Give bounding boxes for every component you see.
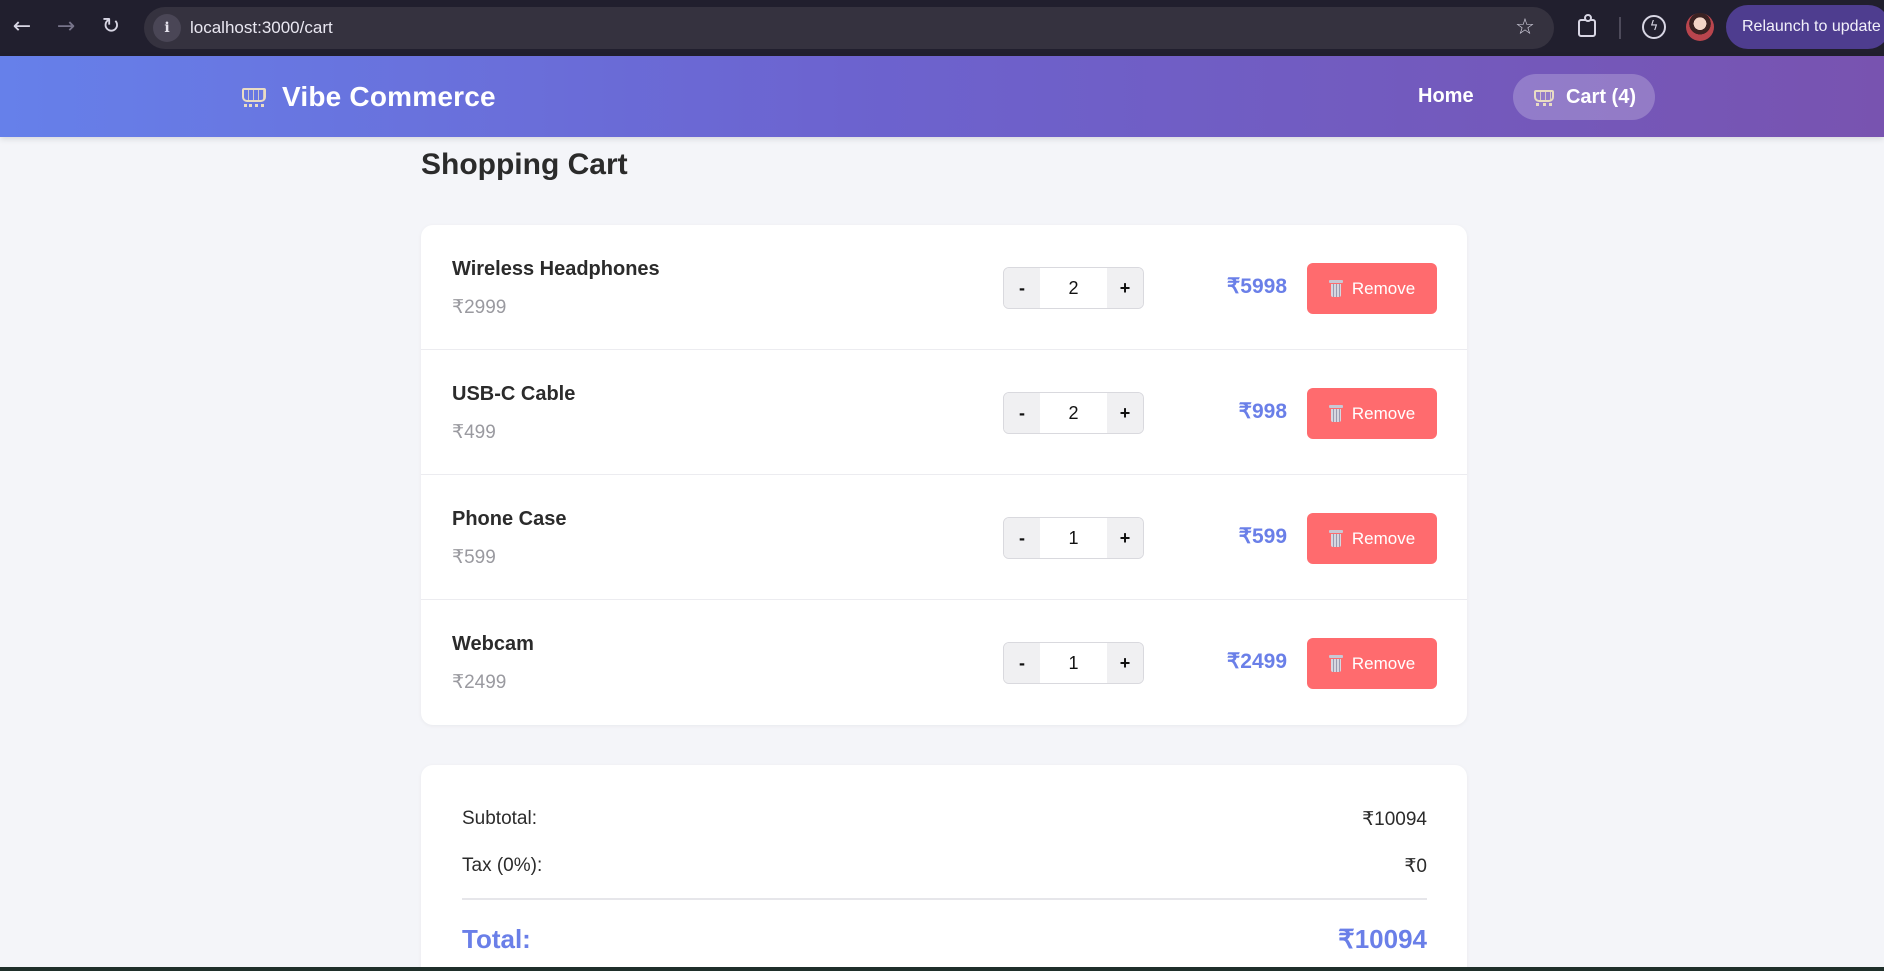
nav-home-link[interactable]: Home [1418, 56, 1474, 137]
total-value: ₹10094 [1338, 924, 1427, 954]
cart-items-card: Wireless Headphones ₹2999 - 2 + ₹5998 Re… [421, 225, 1467, 725]
item-line-total: ₹2499 [1226, 650, 1287, 673]
remove-item-button[interactable]: Remove [1307, 513, 1437, 564]
decrease-quantity-button[interactable]: - [1004, 268, 1040, 308]
decrease-quantity-button[interactable]: - [1004, 518, 1040, 558]
page-title: Shopping Cart [421, 148, 628, 181]
subtotal-label: Subtotal: [462, 808, 537, 829]
item-unit-price: ₹2999 [452, 297, 507, 318]
site-info-icon[interactable] [153, 14, 181, 42]
reload-icon[interactable]: ↻ [98, 14, 124, 40]
decrease-quantity-button[interactable]: - [1004, 393, 1040, 433]
browser-toolbar: ← → ↻ localhost:3000/cart ☆ ϟ Relaunch t… [0, 0, 1884, 56]
tax-value: ₹0 [1404, 856, 1427, 877]
brand-name: Vibe Commerce [282, 80, 496, 112]
app-header: Vibe Commerce Home Cart (4) [0, 56, 1884, 137]
item-name: Wireless Headphones [452, 258, 660, 280]
trash-icon [1328, 655, 1343, 672]
relaunch-button[interactable]: Relaunch to update [1726, 5, 1884, 49]
quantity-input[interactable]: 1 [1040, 518, 1107, 558]
item-name: Phone Case [452, 508, 567, 530]
tax-label: Tax (0%): [462, 855, 543, 876]
back-arrow-icon[interactable]: ← [9, 14, 35, 40]
shopping-cart-icon [1532, 88, 1556, 106]
remove-label: Remove [1351, 653, 1416, 673]
cart-item-row: Webcam ₹2499 - 1 + ₹2499 Remove [421, 600, 1467, 725]
quantity-input[interactable]: 2 [1040, 268, 1107, 308]
remove-label: Remove [1351, 278, 1416, 298]
trash-icon [1328, 530, 1343, 547]
cart-item-row: USB-C Cable ₹499 - 2 + ₹998 Remove [421, 350, 1467, 475]
extensions-icon-knob [1584, 14, 1592, 22]
quantity-input[interactable]: 2 [1040, 393, 1107, 433]
increase-quantity-button[interactable]: + [1107, 643, 1143, 683]
item-unit-price: ₹2499 [452, 672, 507, 693]
quantity-stepper: - 2 + [1003, 392, 1144, 434]
shopping-cart-icon [240, 86, 268, 108]
item-name: Webcam [452, 633, 534, 655]
toolbar-divider [1619, 17, 1621, 39]
window-bottom-edge [0, 967, 1884, 971]
nav-cart-label: Cart (4) [1565, 85, 1636, 108]
performance-icon[interactable]: ϟ [1642, 15, 1666, 39]
order-summary-card: Subtotal: ₹10094 Tax (0%): ₹0 Total: ₹10… [421, 765, 1467, 971]
bookmark-star-icon[interactable]: ☆ [1512, 15, 1538, 41]
increase-quantity-button[interactable]: + [1107, 518, 1143, 558]
cart-item-row: Phone Case ₹599 - 1 + ₹599 Remove [421, 475, 1467, 600]
trash-icon [1328, 280, 1343, 297]
remove-item-button[interactable]: Remove [1307, 638, 1437, 689]
item-line-total: ₹5998 [1226, 275, 1287, 298]
item-unit-price: ₹499 [452, 422, 496, 443]
remove-label: Remove [1351, 403, 1416, 423]
nav-cart-link[interactable]: Cart (4) [1513, 74, 1655, 120]
remove-label: Remove [1351, 528, 1416, 548]
increase-quantity-button[interactable]: + [1107, 393, 1143, 433]
decrease-quantity-button[interactable]: - [1004, 643, 1040, 683]
extensions-icon[interactable] [1574, 12, 1602, 42]
summary-divider [462, 898, 1427, 900]
quantity-stepper: - 1 + [1003, 517, 1144, 559]
address-url[interactable]: localhost:3000/cart [190, 7, 333, 49]
remove-item-button[interactable]: Remove [1307, 388, 1437, 439]
total-label: Total: [462, 924, 531, 954]
increase-quantity-button[interactable]: + [1107, 268, 1143, 308]
quantity-stepper: - 2 + [1003, 267, 1144, 309]
brand-logo[interactable]: Vibe Commerce [240, 56, 496, 137]
address-bar[interactable]: localhost:3000/cart ☆ [144, 7, 1554, 49]
item-line-total: ₹599 [1238, 525, 1287, 548]
forward-arrow-icon[interactable]: → [53, 14, 79, 40]
subtotal-value: ₹10094 [1362, 809, 1427, 830]
quantity-input[interactable]: 1 [1040, 643, 1107, 683]
item-unit-price: ₹599 [452, 547, 496, 568]
cart-item-row: Wireless Headphones ₹2999 - 2 + ₹5998 Re… [421, 225, 1467, 350]
profile-avatar[interactable] [1686, 13, 1714, 41]
item-line-total: ₹998 [1238, 400, 1287, 423]
quantity-stepper: - 1 + [1003, 642, 1144, 684]
remove-item-button[interactable]: Remove [1307, 263, 1437, 314]
trash-icon [1328, 405, 1343, 422]
item-name: USB-C Cable [452, 383, 576, 405]
